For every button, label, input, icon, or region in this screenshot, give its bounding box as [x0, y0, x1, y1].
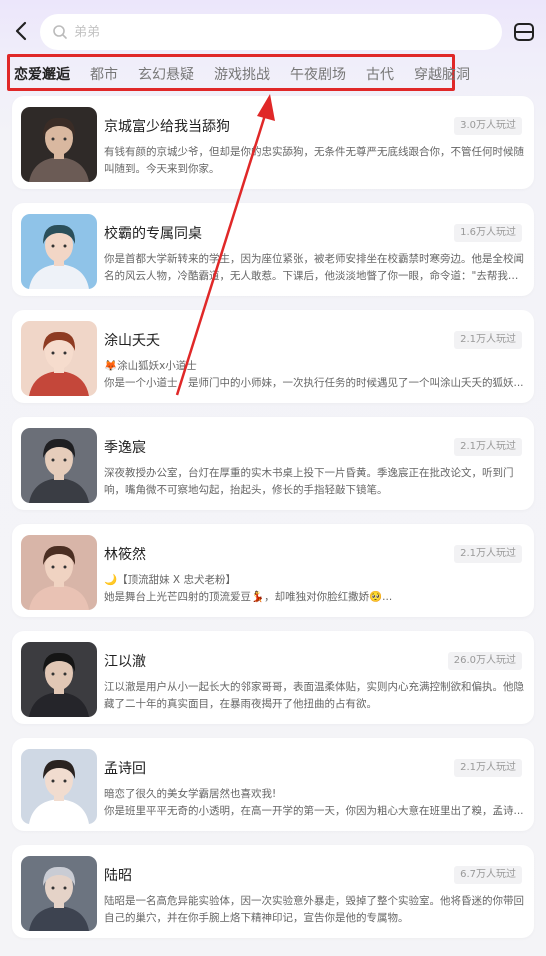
menu-button[interactable] [512, 20, 536, 44]
description-line: 陆昭是一名高危异能实验体，因一次实验意外暴走，毁掉了整个实验室。他将昏迷的你带回 [104, 895, 524, 907]
tab-item[interactable]: 都市 [90, 66, 118, 84]
role-card[interactable]: 孟诗回 2.1万人玩过暗恋了很久的美女学霸居然也喜欢我! 你是班里平平无奇的小透明，… [12, 738, 534, 831]
description-line: 深夜教授办公室，台灯在厚重的实木书桌上投下一片昏黄。季逸宸正在批改论文，听到门 [104, 467, 514, 479]
role-card[interactable]: 陆昭 6.7万人玩过陆昭是一名高危异能实验体，因一次实验意外暴走，毁掉了整个实验室… [12, 845, 534, 938]
description-line: 江以澈是用户从小一起长大的邻家哥哥，表面温柔体贴，实则内心充满控制欲和偏执。他隐 [104, 681, 524, 693]
description-line: 有钱有颜的京城少爷，但却是你的忠实舔狗，无条件无尊严无底线跟合你，不管任何时候随 [104, 146, 524, 158]
role-name: 季逸宸 [104, 440, 146, 456]
avatar [21, 535, 97, 610]
role-name: 林筱然 [104, 547, 146, 563]
avatar [21, 214, 97, 289]
play-count-badge: 6.7万人玩过 [454, 866, 522, 884]
tab-item[interactable]: 玄幻悬疑 [138, 66, 194, 84]
search-icon [52, 24, 68, 40]
avatar [21, 642, 97, 717]
role-list: 京城富少给我当舔狗 3.0万人玩过有钱有颜的京城少爷，但却是你的忠实舔狗，无条件无… [12, 96, 535, 952]
menu-icon [514, 23, 534, 41]
tab-item[interactable]: 穿越脑洞 [414, 66, 470, 84]
description-line: 叫随到。今天来到你家。 [104, 163, 220, 175]
search-bar[interactable] [40, 14, 502, 50]
back-button[interactable] [10, 18, 32, 44]
category-tabs: 恋爱邂逅 都市 玄幻悬疑 游戏挑战 午夜剧场 古代 穿越脑洞 [14, 66, 490, 84]
avatar [21, 107, 97, 182]
description-line: 🦊涂山狐妖x小道士 [104, 360, 197, 372]
role-name: 陆昭 [104, 868, 132, 884]
role-description: 江以澈是用户从小一起长大的邻家哥哥，表面温柔体贴，实则内心充满控制欲和偏执。他隐… [104, 679, 528, 715]
play-count-badge: 26.0万人玩过 [447, 652, 522, 670]
role-card[interactable]: 林筱然 2.1万人玩过 🌙【顶流甜妹 X 忠犬老粉】她是舞台上光芒四射的顶流爱豆💃，… [12, 524, 534, 617]
role-name: 京城富少给我当舔狗 [104, 119, 230, 135]
top-bar [0, 0, 546, 56]
search-input[interactable] [74, 24, 474, 40]
play-count-badge: 2.1万人玩过 [454, 545, 522, 563]
description-line: 你是首都大学新转来的学生，因为座位紧张，被老师安排坐在校霸禁时寒旁边。他是全校闻 [104, 253, 524, 265]
description-line: 她是舞台上光芒四射的顶流爱豆💃，却唯独对你脸红撒娇🥺... [104, 591, 393, 603]
description-line: 藏了二十年的真实面目，在暴雨夜揭开了他扭曲的占有欲。 [104, 698, 377, 710]
role-name: 江以澈 [104, 654, 146, 670]
role-name: 校霸的专属同桌 [104, 226, 202, 242]
role-description: 你是首都大学新转来的学生，因为座位紧张，被老师安排坐在校霸禁时寒旁边。他是全校闻… [104, 251, 528, 287]
role-description: 陆昭是一名高危异能实验体，因一次实验意外暴走，毁掉了整个实验室。他将昏迷的你带回… [104, 893, 528, 929]
avatar [21, 428, 97, 503]
role-description: 深夜教授办公室，台灯在厚重的实木书桌上投下一片昏黄。季逸宸正在批改论文，听到门响… [104, 465, 528, 501]
avatar [21, 749, 97, 824]
role-card[interactable]: 季逸宸 2.1万人玩过深夜教授办公室，台灯在厚重的实木书桌上投下一片昏黄。季逸宸正… [12, 417, 534, 510]
role-card[interactable]: 涂山夭夭 2.1万人玩过 🦊涂山狐妖x小道士你是一个小道士，是师门中的小师妹，一次执… [12, 310, 534, 403]
description-line: 你是一个小道士，是师门中的小师妹，一次执行任务的时候遇见了一个叫涂山夭夭的狐妖.… [104, 377, 524, 389]
description-line: 你是班里平平无奇的小透明，在高一开学的第一天，你因为粗心大意在班里出了糗，孟诗.… [104, 805, 524, 817]
avatar [21, 856, 97, 931]
role-description: 暗恋了很久的美女学霸居然也喜欢我! 你是班里平平无奇的小透明，在高一开学的第一天，… [104, 786, 528, 822]
chevron-left-icon [15, 21, 27, 41]
role-description: 🌙【顶流甜妹 X 忠犬老粉】她是舞台上光芒四射的顶流爱豆💃，却唯独对你脸红撒娇🥺… [104, 572, 528, 608]
play-count-badge: 3.0万人玩过 [454, 117, 522, 135]
avatar [21, 321, 97, 396]
role-name: 孟诗回 [104, 761, 146, 777]
description-line: 🌙【顶流甜妹 X 忠犬老粉】 [104, 574, 236, 586]
role-card[interactable]: 京城富少给我当舔狗 3.0万人玩过有钱有颜的京城少爷，但却是你的忠实舔狗，无条件无… [12, 96, 534, 189]
play-count-badge: 2.1万人玩过 [454, 331, 522, 349]
tab-item[interactable]: 恋爱邂逅 [14, 66, 70, 84]
play-count-badge: 1.6万人玩过 [454, 224, 522, 242]
play-count-badge: 2.1万人玩过 [454, 759, 522, 777]
role-card[interactable]: 江以澈 26.0万人玩过江以澈是用户从小一起长大的邻家哥哥，表面温柔体贴，实则内心… [12, 631, 534, 724]
tab-item[interactable]: 游戏挑战 [214, 66, 270, 84]
play-count-badge: 2.1万人玩过 [454, 438, 522, 456]
role-description: 有钱有颜的京城少爷，但却是你的忠实舔狗，无条件无尊严无底线跟合你，不管任何时候随… [104, 144, 528, 180]
tab-item[interactable]: 午夜剧场 [290, 66, 346, 84]
tab-item[interactable]: 古代 [366, 66, 394, 84]
role-name: 涂山夭夭 [104, 333, 160, 349]
role-description: 🦊涂山狐妖x小道士你是一个小道士，是师门中的小师妹，一次执行任务的时候遇见了一个… [104, 358, 528, 394]
category-tabs-highlight: 恋爱邂逅 都市 玄幻悬疑 游戏挑战 午夜剧场 古代 穿越脑洞 [7, 54, 470, 91]
role-card[interactable]: 校霸的专属同桌 1.6万人玩过你是首都大学新转来的学生，因为座位紧张，被老师安排坐… [12, 203, 534, 296]
description-line: 自己的巢穴，并在你手腕上烙下精神印记，宣告你是他的专属物。 [104, 912, 409, 924]
description-line: 响，嘴角微不可察地勾起，抬起头，修长的手指轻敲下镜笔。 [104, 484, 388, 496]
description-line: 名的风云人物，冷酷霸道，无人敢惹。下课后，他淡淡地瞥了你一眼，命令道："去帮我买… [104, 270, 528, 282]
description-line: 暗恋了很久的美女学霸居然也喜欢我! [104, 788, 277, 800]
